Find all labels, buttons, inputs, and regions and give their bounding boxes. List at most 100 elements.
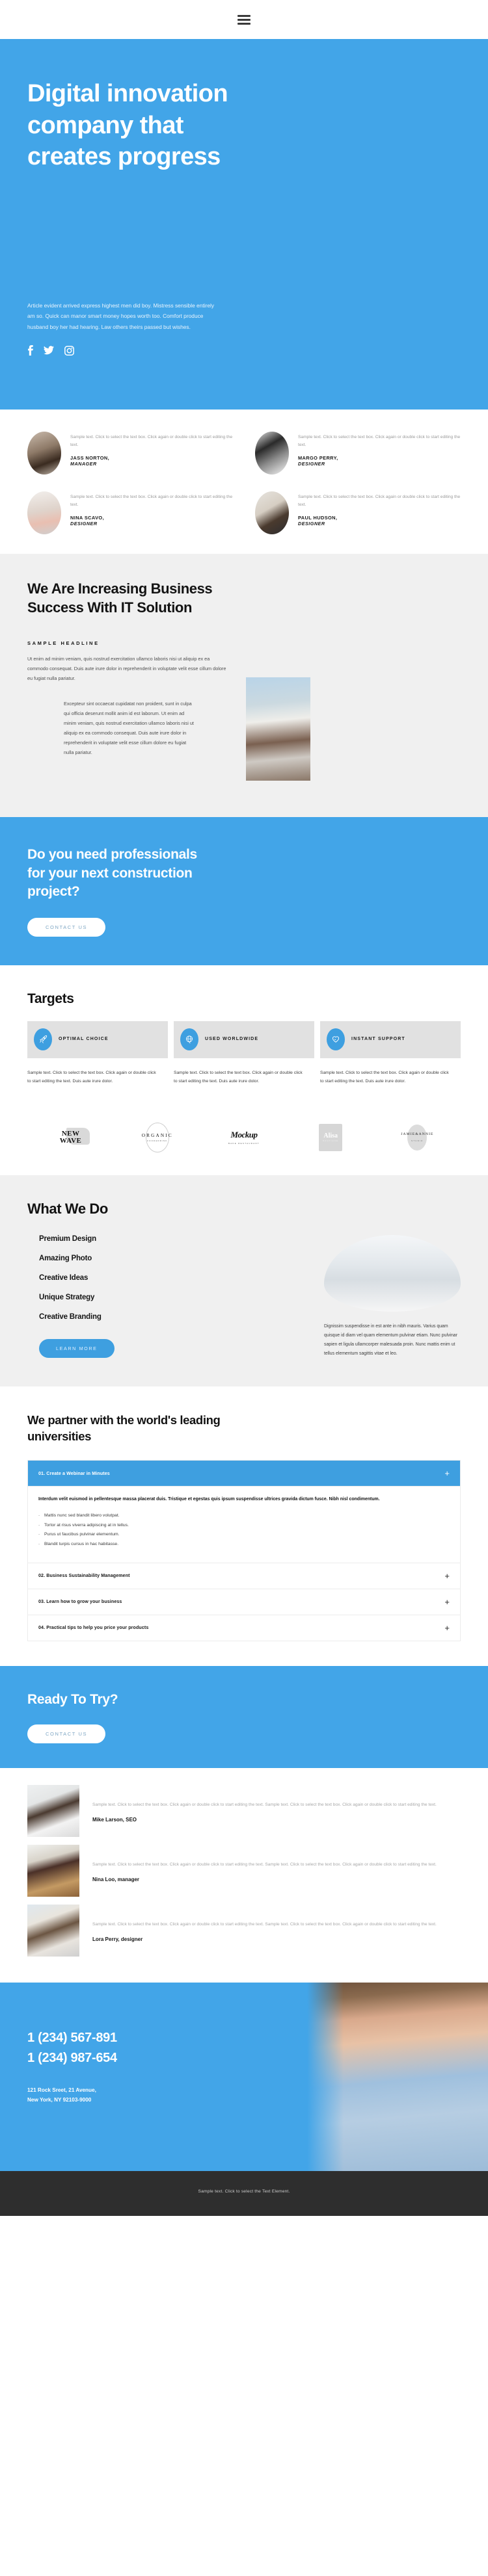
team-card: Sample text. Click to select the text bo… xyxy=(27,491,233,534)
plus-icon[interactable]: + xyxy=(444,1598,450,1606)
testimonial-photo xyxy=(27,1904,79,1957)
it-title-line1: We Are Increasing Business xyxy=(27,580,213,597)
accordion-bullet: Tortor at risus viverra adipiscing at in… xyxy=(38,1521,450,1531)
page-root: Digital innovation company that creates … xyxy=(0,0,488,2216)
target-card-text: Sample text. Click to select the text bo… xyxy=(27,1070,156,1084)
team-card: Sample text. Click to select the text bo… xyxy=(255,432,461,475)
accordion-header-04[interactable]: 04. Practical tips to help you price you… xyxy=(28,1615,460,1641)
testimonial-item: Sample text. Click to select the text bo… xyxy=(27,1904,461,1957)
target-card-text: Sample text. Click to select the text bo… xyxy=(320,1070,449,1084)
team-card: Sample text. Click to select the text bo… xyxy=(255,491,461,534)
ready-to-try-section: Ready To Try? CONTACT US xyxy=(0,1665,488,1768)
accordion-header-03[interactable]: 03. Learn how to grow your business + xyxy=(28,1589,460,1615)
mockup-logo-line1: Mockup xyxy=(230,1129,258,1139)
what-we-do-content: Premium Design Amazing Photo Creative Id… xyxy=(27,1235,461,1359)
instagram-icon[interactable] xyxy=(64,345,74,356)
testimonial-text: Sample text. Click to select the text bo… xyxy=(92,1921,437,1927)
hamburger-bar xyxy=(237,14,251,17)
hero-section: Digital innovation company that creates … xyxy=(0,39,488,410)
plus-icon[interactable]: + xyxy=(444,1572,450,1580)
testimonial-name: Nina Loo, manager xyxy=(92,1876,140,1882)
learn-more-button[interactable]: LEARN MORE xyxy=(39,1339,115,1359)
twitter-icon[interactable] xyxy=(44,346,54,355)
it-quote-text: Excepteur sint occaecat cupidatat non pr… xyxy=(64,701,194,755)
accordion-row-03: 03. Learn how to grow your business + xyxy=(28,1588,460,1615)
avatar xyxy=(27,432,61,475)
accordion-panel-01: Interdum velit euismod in pellentesque m… xyxy=(28,1486,460,1562)
alisa-logo: Alisa BOUTIQUE xyxy=(288,1122,374,1153)
it-solution-title: We Are Increasing Business Success With … xyxy=(27,580,461,617)
social-links xyxy=(27,345,461,356)
accordion-header-02[interactable]: 02. Business Sustainability Management + xyxy=(28,1563,460,1589)
team-sample-text: Sample text. Click to select the text bo… xyxy=(298,495,461,508)
organic-logo-line1: ORGANIC xyxy=(141,1132,173,1138)
plus-icon[interactable]: + xyxy=(444,1624,450,1632)
testimonial-body: Sample text. Click to select the text bo… xyxy=(92,1905,461,1942)
what-we-do-title: What We Do xyxy=(27,1200,108,1217)
what-we-do-item: Premium Design xyxy=(39,1235,96,1243)
cta-construction-title: Do you need professionals for your next … xyxy=(27,846,255,901)
footer-model-photo xyxy=(307,1982,488,2171)
targets-cards: OPTIMAL CHOICE USED WORLDWIDE INSTANT SU… xyxy=(27,1021,461,1058)
accordion-bullet-list: Mattis nunc sed blandit libero volutpat.… xyxy=(38,1511,450,1549)
organic-logo: ORGANIC FOOD&DRINK xyxy=(114,1122,200,1153)
hero-title-line1: Digital innovation xyxy=(27,80,228,107)
target-card-optimal-choice[interactable]: OPTIMAL CHOICE xyxy=(27,1021,168,1058)
accordion-title: 04. Practical tips to help you price you… xyxy=(38,1625,149,1630)
universities-title-line1: We partner with the world's leading xyxy=(27,1413,221,1427)
accordion-title: 03. Learn how to grow your business xyxy=(38,1599,122,1604)
team-member-name: JASS NORTON, xyxy=(70,455,110,462)
target-card-used-worldwide[interactable]: USED WORLDWIDE xyxy=(174,1021,314,1058)
it-left-column: SAMPLE HEADLINE Ut enim ad minim veniam,… xyxy=(27,640,229,781)
it-photo xyxy=(246,677,310,781)
targets-texts: Sample text. Click to select the text bo… xyxy=(27,1069,461,1086)
avatar xyxy=(27,491,61,534)
jamie-annie-logo: JAMIE&ANNIE STUDIO xyxy=(374,1122,461,1153)
jamie-annie-logo-blob xyxy=(407,1124,427,1151)
new-wave-logo: NEW WAVE xyxy=(27,1122,114,1153)
accordion-row-02: 02. Business Sustainability Management + xyxy=(28,1562,460,1589)
hamburger-bar xyxy=(237,18,251,21)
hero-title-line2: company that xyxy=(27,111,183,139)
facebook-icon[interactable] xyxy=(27,345,33,356)
ready-to-try-title: Ready To Try? xyxy=(27,1691,118,1707)
avatar xyxy=(255,432,289,475)
hamburger-bar xyxy=(237,22,251,25)
team-member-name: PAUL HUDSON, xyxy=(298,515,338,521)
globe-pin-icon xyxy=(180,1028,198,1051)
team-member-role: DESIGNER xyxy=(70,521,98,527)
testimonial-photo xyxy=(27,1784,79,1837)
accordion-lead-text: Interdum velit euismod in pellentesque m… xyxy=(38,1497,380,1502)
team-section: Sample text. Click to select the text bo… xyxy=(0,410,488,554)
accordion-header-01[interactable]: 01. Create a Webinar in Minutes + xyxy=(28,1461,460,1487)
rocket-icon xyxy=(34,1028,52,1051)
hamburger-icon[interactable] xyxy=(237,14,251,25)
cta-line1: Do you need professionals xyxy=(27,847,197,863)
plus-icon[interactable]: + xyxy=(444,1469,450,1477)
contact-us-button[interactable]: CONTACT US xyxy=(27,918,106,937)
accordion-bullet: Purus ut faucibus pulvinar elementum. xyxy=(38,1530,450,1540)
testimonial-text: Sample text. Click to select the text bo… xyxy=(92,1802,437,1807)
testimonial-body: Sample text. Click to select the text bo… xyxy=(92,1785,461,1823)
what-we-do-photo xyxy=(324,1235,461,1312)
mockup-logo-line2: BAKE RESTAURANT xyxy=(228,1141,260,1145)
team-card: Sample text. Click to select the text bo… xyxy=(27,432,233,475)
accordion-bullet: Blandit turpis cursus in hac habitasse. xyxy=(38,1540,450,1550)
targets-section: Targets OPTIMAL CHOICE USED WORLDWIDE IN… xyxy=(0,965,488,1105)
what-we-do-item: Unique Strategy xyxy=(39,1294,95,1302)
alisa-logo-line1: Alisa xyxy=(323,1132,338,1140)
team-sample-text: Sample text. Click to select the text bo… xyxy=(298,435,461,448)
footer-contact-section: 1 (234) 567-891 1 (234) 987-654 121 Rock… xyxy=(0,1982,488,2171)
team-card-body: Sample text. Click to select the text bo… xyxy=(70,491,233,527)
it-solution-section: We Are Increasing Business Success With … xyxy=(0,554,488,818)
what-we-do-right: Dignissim suspendisse in est ante in nib… xyxy=(324,1235,461,1358)
team-sample-text: Sample text. Click to select the text bo… xyxy=(70,495,233,508)
cta-line2: for your next construction xyxy=(27,865,193,881)
accordion-title: 01. Create a Webinar in Minutes xyxy=(38,1470,110,1476)
ready-contact-us-button[interactable]: CONTACT US xyxy=(27,1724,106,1743)
testimonial-name: Mike Larson, SEO xyxy=(92,1816,137,1823)
target-card-instant-support[interactable]: INSTANT SUPPORT xyxy=(320,1021,461,1058)
hero-paragraph: Article evident arrived express highest … xyxy=(27,302,215,330)
heart-handshake-icon xyxy=(327,1028,345,1051)
team-member-name: NINA SCAVO, xyxy=(70,515,105,521)
